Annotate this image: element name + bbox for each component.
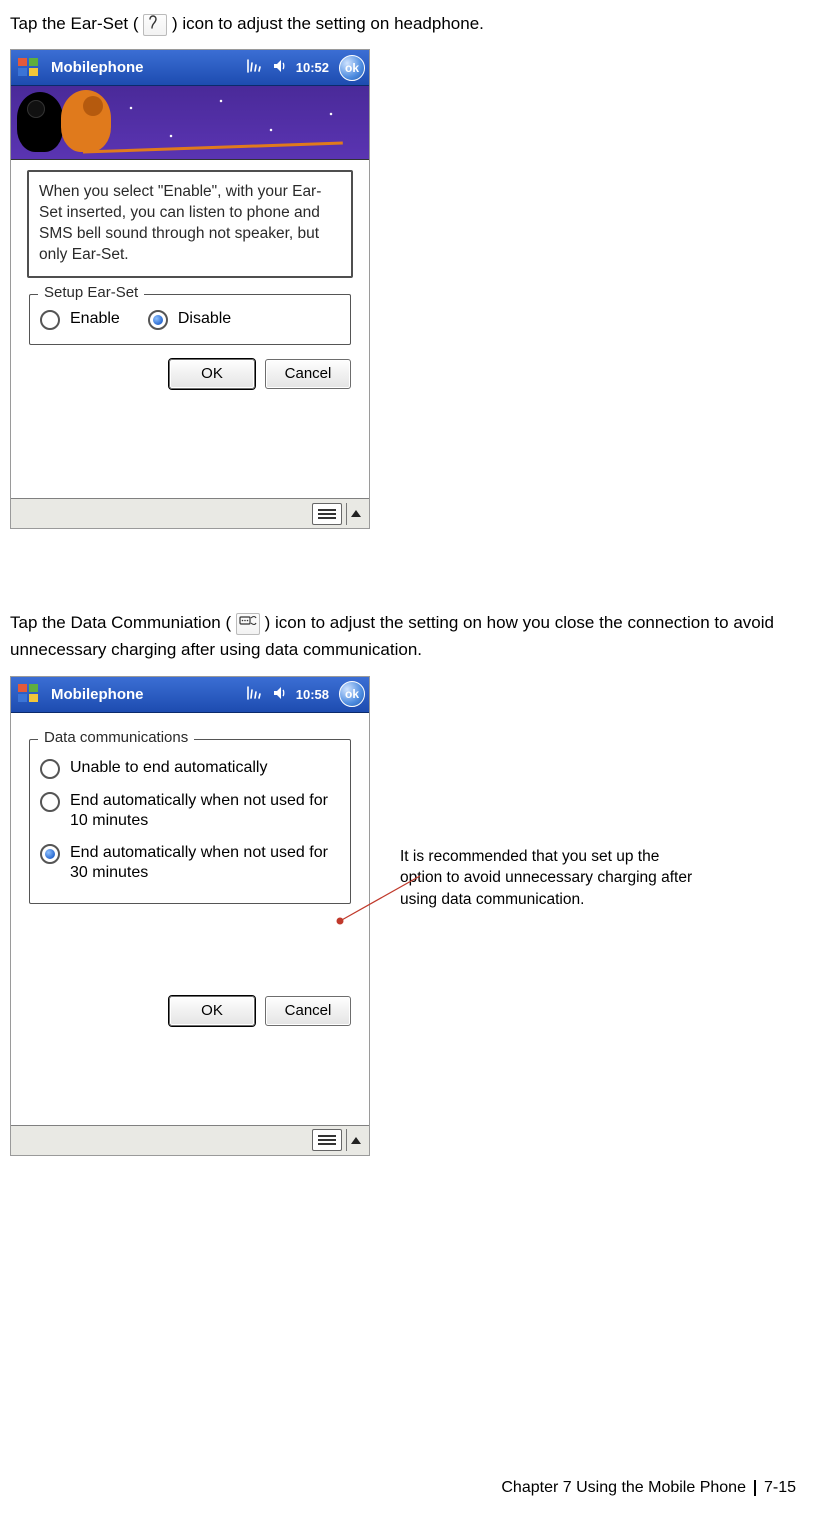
cancel-button[interactable]: Cancel (265, 359, 351, 389)
radio-icon (40, 844, 60, 864)
radio-end-10min[interactable]: End automatically when not used for 10 m… (40, 791, 340, 831)
start-menu-icon[interactable] (13, 679, 45, 709)
instruction-datacomm-pre: Tap the Data Communiation ( (10, 613, 231, 632)
ok-button[interactable]: OK (169, 359, 255, 389)
signal-icon[interactable] (246, 59, 264, 76)
page-footer: Chapter 7 Using the Mobile Phone 7-15 (501, 1479, 796, 1497)
keyboard-icon[interactable] (312, 503, 342, 525)
setup-earset-group: Setup Ear-Set Enable Disable (29, 294, 351, 345)
app-title: Mobilephone (51, 59, 144, 76)
ok-button[interactable]: ok (339, 55, 365, 81)
start-menu-icon[interactable] (13, 53, 45, 83)
taskbar-separator (346, 1129, 347, 1151)
instruction-earset-pre: Tap the Ear-Set ( (10, 14, 139, 33)
data-communication-icon (236, 613, 260, 635)
radio-label: Enable (70, 309, 120, 329)
taskbar-up-icon[interactable] (351, 510, 361, 517)
radio-label: End automatically when not used for 10 m… (70, 791, 340, 831)
clock-text[interactable]: 10:52 (296, 60, 329, 75)
taskbar (11, 498, 369, 528)
footer-chapter: Chapter 7 Using the Mobile Phone (501, 1479, 746, 1497)
titlebar: Mobilephone 10:52 ok (11, 50, 369, 86)
footer-page: 7-15 (764, 1479, 796, 1497)
volume-icon[interactable] (272, 59, 288, 76)
radio-icon (40, 759, 60, 779)
radio-enable[interactable]: Enable (40, 309, 120, 330)
ear-set-icon (143, 14, 167, 36)
radio-label: Disable (178, 309, 231, 329)
cancel-button[interactable]: Cancel (265, 996, 351, 1026)
taskbar-up-icon[interactable] (351, 1137, 361, 1144)
volume-icon[interactable] (272, 686, 288, 703)
annotation-text: It is recommended that you set up the op… (400, 846, 700, 911)
data-communications-group: Data communications Unable to end automa… (29, 739, 351, 904)
instruction-earset: Tap the Ear-Set ( ) icon to adjust the s… (10, 10, 800, 37)
radio-icon (40, 310, 60, 330)
screenshot-datacomm: Mobilephone 10:58 ok Data communications… (10, 676, 370, 1156)
instruction-datacomm: Tap the Data Communiation ( ) icon to ad… (10, 609, 800, 663)
screenshot-earset: Mobilephone 10:52 ok When you select "En… (10, 49, 370, 529)
radio-icon (40, 792, 60, 812)
banner-image (11, 86, 369, 160)
taskbar-separator (346, 503, 347, 525)
keyboard-icon[interactable] (312, 1129, 342, 1151)
radio-end-30min[interactable]: End automatically when not used for 30 m… (40, 843, 340, 883)
footer-separator (754, 1480, 756, 1496)
ok-button[interactable]: OK (169, 996, 255, 1026)
instruction-earset-post: ) icon to adjust the setting on headphon… (172, 14, 484, 33)
signal-icon[interactable] (246, 686, 264, 703)
group-legend: Setup Ear-Set (38, 284, 144, 301)
clock-text[interactable]: 10:58 (296, 687, 329, 702)
radio-icon (148, 310, 168, 330)
titlebar: Mobilephone 10:58 ok (11, 677, 369, 713)
ok-button[interactable]: ok (339, 681, 365, 707)
app-title: Mobilephone (51, 686, 144, 703)
group-legend: Data communications (38, 729, 194, 746)
taskbar (11, 1125, 369, 1155)
radio-disable[interactable]: Disable (148, 309, 231, 330)
radio-label: Unable to end automatically (70, 758, 267, 778)
radio-label: End automatically when not used for 30 m… (70, 843, 340, 883)
radio-unable-end[interactable]: Unable to end automatically (40, 758, 340, 779)
info-text: When you select "Enable", with your Ear-… (27, 170, 353, 278)
